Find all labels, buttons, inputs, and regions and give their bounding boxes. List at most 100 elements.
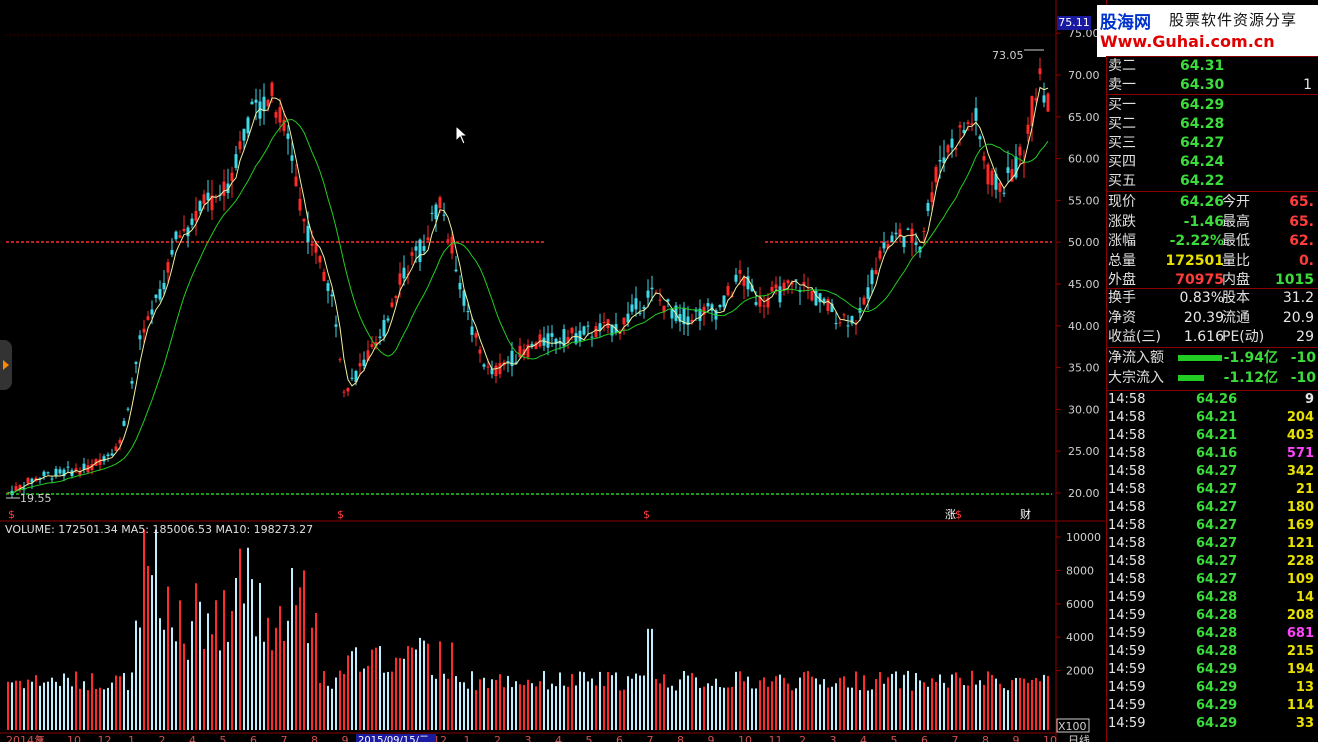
ma-long-line	[7, 118, 1049, 495]
flow-bar	[1178, 374, 1204, 381]
tick-time: 14:58	[1108, 572, 1146, 587]
stat-label: 最低	[1222, 233, 1250, 249]
candle-body	[1042, 95, 1046, 103]
flow-separator	[1106, 347, 1318, 348]
candle-body	[990, 170, 994, 186]
candle-body	[178, 235, 182, 238]
candle-body	[982, 156, 986, 161]
flow-row: 净流入额 -1.94亿 -10	[1108, 349, 1318, 367]
y-axis-label: 25.00	[1068, 445, 1100, 458]
tick-volume: 571	[1286, 446, 1314, 461]
candle-body	[438, 197, 442, 209]
y-axis-label: 30.00	[1068, 403, 1100, 416]
tick-price: 64.27	[1196, 482, 1238, 497]
time-axis-label: 12	[98, 734, 112, 742]
bid-label: 买五	[1108, 173, 1136, 189]
candle-body	[150, 309, 154, 315]
bid-row[interactable]: 买五 64.22	[1108, 172, 1318, 190]
candle-body	[402, 267, 406, 279]
candle-body	[114, 446, 118, 451]
candle-body	[762, 305, 766, 307]
candle-body	[906, 228, 910, 230]
brand-tagline: 股票软件资源分享	[1169, 11, 1298, 29]
brand-banner[interactable]: 股海网 股票软件资源分享 Www.Guhai.com.cn	[1097, 5, 1318, 57]
ask-row[interactable]: 卖二 64.31	[1108, 57, 1318, 75]
tick-volume: 180	[1286, 500, 1314, 515]
stat-value: 65.	[1289, 213, 1314, 230]
candle-body	[470, 326, 474, 335]
candle-body	[478, 349, 482, 354]
time-axis-label: 11	[769, 734, 783, 742]
y-axis-label: 50.00	[1068, 236, 1100, 249]
bid-row[interactable]: 买一 64.29	[1108, 96, 1318, 114]
candle-body	[166, 262, 170, 273]
stat-value: 1.616	[1183, 329, 1224, 345]
candle-body	[846, 325, 850, 327]
candle-body	[986, 164, 990, 185]
candle-body	[778, 286, 782, 303]
stat-value: 0.	[1298, 252, 1314, 269]
candle-body	[458, 282, 462, 290]
candle-body	[142, 328, 146, 333]
candle-body	[238, 141, 242, 150]
candle-body	[890, 235, 894, 243]
candle-body	[754, 302, 758, 305]
tick-volume: 342	[1286, 464, 1314, 479]
candle-body	[950, 138, 954, 148]
candle-body	[134, 362, 138, 364]
event-marker: $	[8, 508, 15, 521]
bid-row[interactable]: 买三 64.27	[1108, 134, 1318, 152]
ask-row[interactable]: 卖一 64.30 1	[1108, 76, 1318, 94]
ask-label: 卖二	[1108, 58, 1136, 74]
stat-label: 今开	[1222, 194, 1250, 210]
candle-body	[494, 365, 498, 377]
time-axis-label: 4	[555, 734, 562, 742]
bid-row[interactable]: 买四 64.24	[1108, 153, 1318, 171]
candle-body	[334, 324, 338, 327]
tick-price: 64.27	[1196, 500, 1238, 515]
bid-row[interactable]: 买二 64.28	[1108, 115, 1318, 133]
candle-body	[894, 232, 898, 235]
tick-price: 64.21	[1196, 410, 1238, 425]
candle-body	[274, 112, 278, 118]
collapse-handle[interactable]	[0, 340, 12, 390]
stat-value: 20.9	[1282, 309, 1314, 326]
tick-time: 14:59	[1108, 590, 1146, 605]
candle-body	[466, 311, 470, 313]
tick-row: 14:58 64.27 21	[1108, 481, 1318, 499]
tick-price: 64.27	[1196, 464, 1238, 479]
tick-time: 14:58	[1108, 518, 1146, 533]
tick-row: 14:58 64.27 121	[1108, 535, 1318, 553]
stat-label: 总量	[1108, 252, 1136, 269]
tick-time: 14:59	[1108, 698, 1146, 713]
kline-chart-area[interactable]: 75.00 70.00 65.00 60.00 55.00 50.00 45.00 40.00…	[0, 0, 1105, 742]
candle-body	[362, 359, 366, 366]
kline-chart-svg[interactable]: 75.0070.0065.0060.0055.0050.0045.0040.00…	[0, 0, 1105, 742]
current-price-tag: 75.11	[1057, 16, 1091, 30]
candle-body	[250, 101, 254, 105]
tick-price: 64.28	[1196, 644, 1238, 659]
tick-row: 14:58 64.27 180	[1108, 499, 1318, 517]
candle-body	[882, 242, 886, 249]
time-axis-label: 5	[891, 734, 898, 742]
y-axis-label: 60.00	[1068, 153, 1100, 166]
candle-body	[146, 316, 150, 320]
time-axis-label: 4	[189, 734, 196, 742]
stat-value: 70975	[1175, 272, 1224, 288]
candle-body	[298, 198, 302, 211]
tick-row: 14:59 64.29 114	[1108, 697, 1318, 715]
candle-body	[1046, 93, 1050, 112]
volume-axis-label: 6000	[1066, 598, 1094, 611]
tick-volume: 9	[1304, 392, 1314, 407]
candle-body	[330, 294, 334, 297]
candle-body	[430, 212, 434, 214]
candle-body	[170, 249, 174, 255]
tick-price: 64.16	[1196, 446, 1238, 461]
tick-volume: 204	[1286, 410, 1314, 425]
tick-row: 14:59 64.28 208	[1108, 607, 1318, 625]
brand-url[interactable]: Www.Guhai.com.cn	[1100, 32, 1275, 51]
tick-volume: 681	[1286, 626, 1314, 641]
candle-body	[174, 231, 178, 240]
candle-body	[302, 218, 306, 222]
candle-body	[338, 359, 342, 361]
